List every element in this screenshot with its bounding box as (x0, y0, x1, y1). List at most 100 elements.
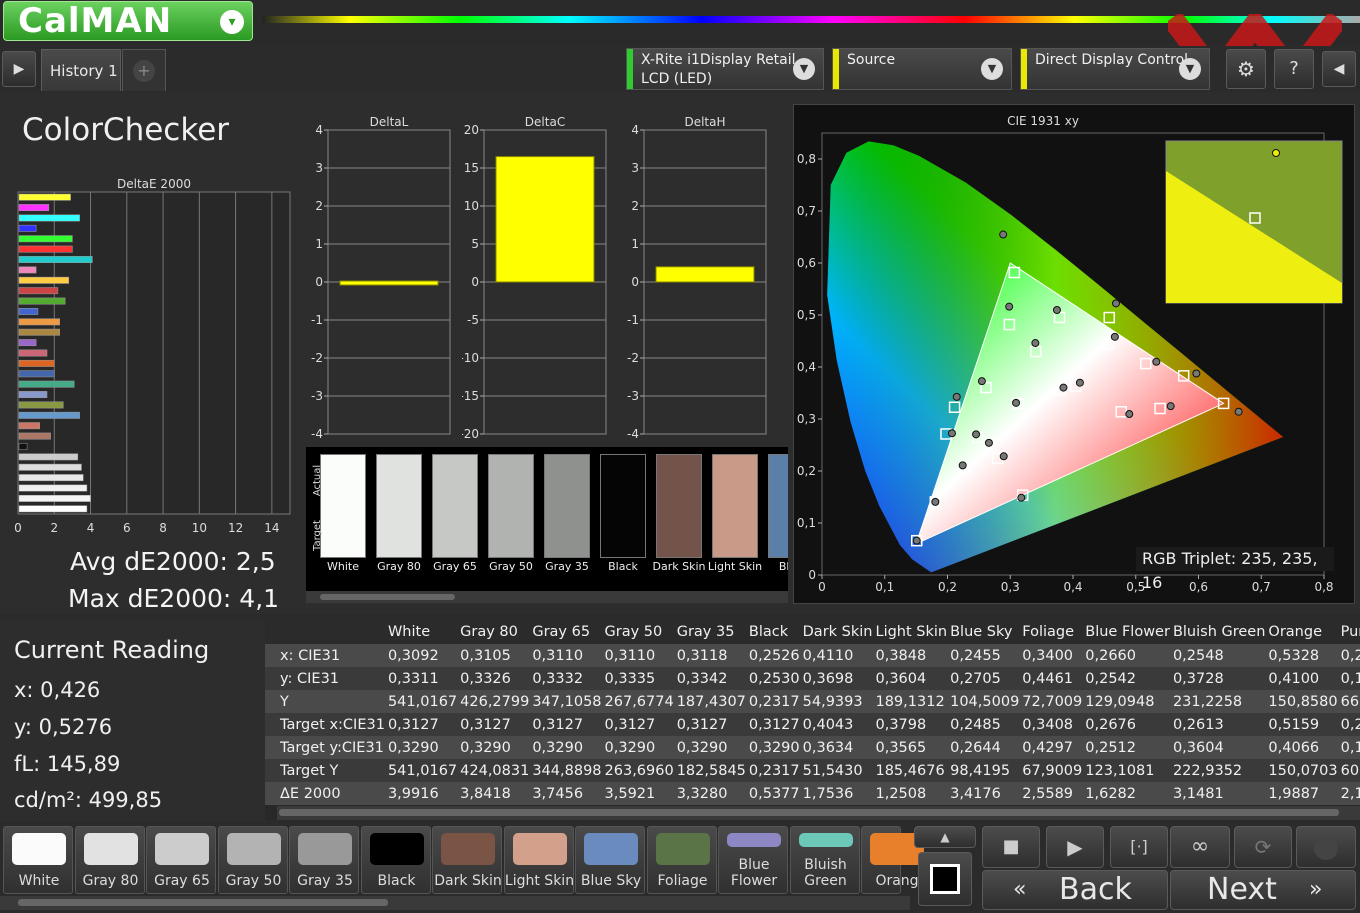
table-cell: 0,3798 (872, 713, 948, 736)
patch-color (798, 833, 853, 847)
strip-swatch-label: Gray 50 (489, 560, 533, 573)
cie-y-tick-label: 0,6 (797, 256, 816, 270)
table-cell: 0,4043 (799, 713, 873, 736)
deltae-bar (18, 224, 37, 232)
table-cell: 0,3127 (673, 713, 746, 736)
record-button[interactable] (1296, 826, 1356, 868)
patch-button[interactable]: Blue Sky (575, 826, 645, 894)
table-cell: 51,5430 (799, 759, 873, 782)
table-cell: 3,1481 (1169, 782, 1266, 805)
play-button[interactable]: ▶ (1046, 826, 1104, 868)
table-cell: 0,3311 (384, 667, 458, 690)
meter-select[interactable]: X-Rite i1Display Retail LCD (LED) ▼ (626, 48, 824, 90)
strip-swatch-label: Blue (778, 560, 788, 573)
deltae-bar (18, 505, 88, 513)
patch-label: Light Skin (504, 873, 575, 889)
patch-button[interactable]: Gray 65 (146, 826, 216, 894)
delta-tick-label: -3 (311, 389, 323, 403)
stop-button[interactable]: ■ (982, 826, 1040, 868)
delta-tick-label: 10 (464, 199, 479, 213)
deltae-bar (18, 380, 75, 388)
table-cell: 424,0831 (457, 759, 530, 782)
deltae-tick-label: 12 (228, 521, 243, 535)
deltae-bar (18, 245, 73, 253)
table-cell: 0,3332 (529, 667, 602, 690)
table-cell: 3,7456 (529, 782, 602, 805)
read-once-button[interactable]: [⋅] (1110, 826, 1168, 868)
collapse-right-button[interactable]: ◀ (1322, 51, 1356, 87)
patch-label: White (18, 873, 60, 889)
patch-color (298, 833, 352, 865)
refresh-button[interactable]: ⟳ (1234, 826, 1292, 868)
cie-y-tick-label: 0,4 (797, 360, 816, 374)
help-button[interactable]: ? (1274, 49, 1314, 89)
settings-button[interactable]: ⚙ (1226, 49, 1266, 89)
strip-scrollbar[interactable] (306, 591, 788, 603)
patch-button[interactable]: White (3, 826, 73, 894)
table-cell: 0,3110 (601, 644, 674, 667)
patch-button[interactable]: Light Skin (503, 826, 575, 894)
table-row: Y 541,0167 426,2799 347,1058 267,6774 187,430… (265, 690, 1360, 713)
delta-tick-label: 3 (631, 161, 639, 175)
delta-tick-label: -2 (311, 351, 323, 365)
measured-marker (1012, 398, 1021, 407)
question-icon: ? (1289, 58, 1299, 79)
patch-scrollbar[interactable] (0, 896, 910, 910)
deltae-bar (18, 204, 50, 212)
next-button[interactable]: Next » (1170, 870, 1356, 910)
table-header-row: White Gray 80 Gray 65 Gray 50 Gray 35 Black Da… (265, 620, 1360, 644)
tab-history[interactable]: History 1 (41, 49, 121, 91)
back-button[interactable]: « Back (982, 870, 1168, 910)
patch-button[interactable]: Gray 50 (217, 826, 288, 894)
measured-marker (1059, 383, 1068, 392)
patch-button[interactable]: Foliage (646, 826, 717, 894)
add-tab-button[interactable]: + (122, 49, 166, 91)
patch-button[interactable]: Gray 35 (289, 826, 359, 894)
patch-button[interactable]: Dark Skin (432, 826, 502, 894)
calman-logo-button[interactable]: CalMAN ▾ (3, 1, 253, 41)
table-cell: 1,2508 (872, 782, 948, 805)
source-select[interactable]: Source ▼ (832, 48, 1012, 90)
next-label: Next (1207, 872, 1277, 907)
expand-left-button[interactable]: ▶ (2, 51, 36, 87)
table-cell: 0,3092 (384, 644, 458, 667)
table-scrollbar[interactable] (277, 806, 1360, 820)
patch-button[interactable]: Gray 80 (74, 826, 145, 894)
delta-tick-label: -10 (462, 351, 479, 365)
patch-button[interactable]: Orang (861, 826, 924, 894)
patch-button[interactable]: Bluish Green (789, 826, 860, 894)
continuous-button[interactable]: ∞ (1170, 826, 1230, 868)
table-cell: 0,2 (1337, 713, 1360, 736)
cie-x-tick-label: 0 (818, 580, 826, 594)
patch-button[interactable]: Blue Flower (718, 826, 788, 894)
delta-tick-label: 0 (471, 275, 479, 289)
stop-icon: ■ (1002, 836, 1020, 857)
table-scroll-thumb[interactable] (279, 809, 1339, 816)
deltae-title: DeltaE 2000 (117, 177, 191, 191)
patch-label: Gray 65 (154, 873, 210, 889)
chevron-down-icon: ▼ (793, 58, 815, 80)
deltae-bar (18, 443, 28, 450)
measured-marker (977, 377, 986, 386)
cie-y-tick-label: 0,3 (797, 412, 816, 426)
strip-swatch-label: Light Skin (707, 560, 763, 573)
delta-tick-label: -4 (311, 427, 323, 441)
table-cell: 0,2548 (1169, 644, 1266, 667)
patch-label: Gray 35 (297, 873, 353, 889)
table-cell: 0,5159 (1265, 713, 1338, 736)
page-title: ColorChecker (22, 112, 230, 148)
display-control-select[interactable]: Direct Display Control ▼ (1020, 48, 1210, 90)
patch-scroll-thumb[interactable] (18, 899, 388, 906)
strip-swatch-label: Gray 80 (377, 560, 421, 573)
measured-marker (947, 429, 956, 438)
scroll-up-button[interactable]: ▲ (914, 826, 976, 848)
table-column-header: Pur (1337, 620, 1360, 644)
measured-marker (999, 452, 1008, 461)
table-column-header: White (384, 620, 458, 644)
strip-scroll-thumb[interactable] (320, 594, 455, 600)
deltae-bar (18, 391, 48, 398)
strip-swatch (488, 454, 534, 558)
stop-measure-button[interactable] (918, 852, 972, 906)
table-cell: 2,5589 (1019, 782, 1083, 805)
patch-button[interactable]: Black (360, 826, 431, 894)
